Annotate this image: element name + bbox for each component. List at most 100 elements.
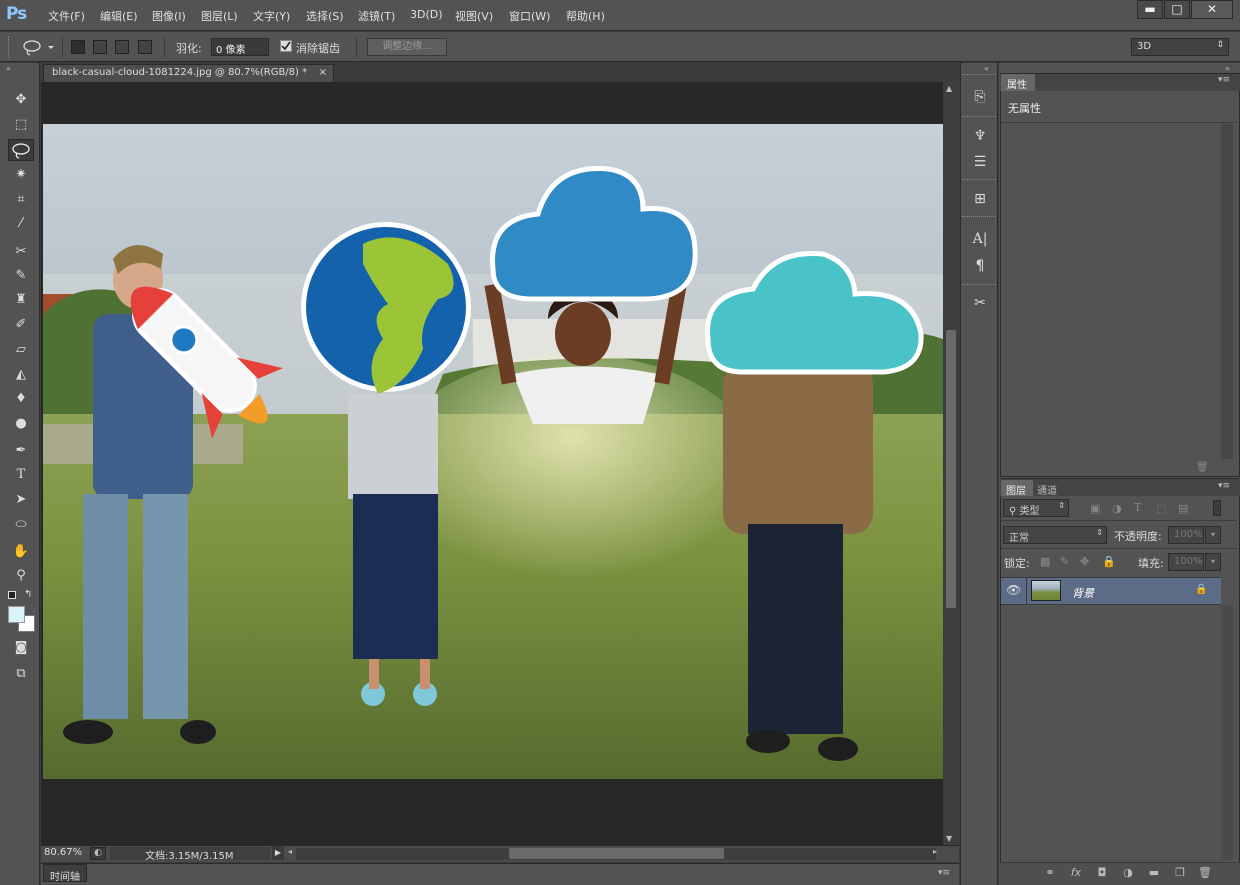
refine-edge-button[interactable]: 调整边缘... [367,38,447,56]
new-layer-icon[interactable]: ❐ [1172,866,1188,880]
opacity-dropdown-icon[interactable]: ▾ [1205,526,1221,544]
scroll-right-icon[interactable]: ▸ [933,847,937,856]
filter-smart-icon[interactable]: ▤ [1178,502,1188,515]
collapse-right-icon[interactable]: » [1225,64,1230,73]
zoom-icon[interactable]: ⚲ [8,565,34,587]
add-selection-icon[interactable] [93,40,107,54]
swap-colors-icon[interactable]: ↰ [24,589,32,600]
menu-edit[interactable]: 编辑(E) [100,8,138,24]
channels-tab[interactable]: 通道 [1037,482,1057,497]
paragraph-icon[interactable]: ¶ [967,255,993,277]
brush-presets-icon[interactable]: ♆ [967,125,993,147]
lock-pixels-icon[interactable]: ✎ [1060,555,1069,568]
scroll-down-icon[interactable]: ▼ [946,834,952,843]
minimize-button[interactable]: ▬ [1137,0,1163,19]
panel-menu-icon[interactable]: ▾≡ [938,868,950,878]
crop-icon[interactable]: ⌗ [8,189,34,211]
history-icon[interactable]: ⎘ [967,86,993,108]
document-tab[interactable]: black-casual-cloud-1081224.jpg @ 80.7%(R… [43,64,334,82]
pen-icon[interactable]: ✒ [8,440,34,462]
panel-menu-icon[interactable]: ▾≡ [1218,481,1230,491]
layers-tab[interactable]: 图层 [1001,480,1033,497]
foreground-color-swatch[interactable] [8,606,25,623]
menu-layer[interactable]: 图层(L) [201,8,238,24]
properties-tab[interactable]: 属性 [1001,74,1035,91]
marquee-icon[interactable]: ⬚ [8,114,34,136]
adjustment-layer-icon[interactable]: ◑ [1120,866,1136,880]
history-brush-icon[interactable]: ✐ [8,314,34,336]
lock-position-icon[interactable]: ✥ [1080,555,1089,568]
opacity-input[interactable]: 100% [1168,526,1204,544]
properties-scrollbar[interactable] [1221,124,1233,459]
menu-3d[interactable]: 3D(D) [410,8,443,21]
timeline-tab[interactable]: 时间轴 [43,864,87,883]
scroll-up-icon[interactable]: ▲ [946,84,952,93]
default-colors-icon[interactable] [8,591,16,599]
zoom-level[interactable]: 80.67% [44,847,82,858]
close-tab-icon[interactable]: × [319,67,327,78]
lock-transparent-icon[interactable]: ▩ [1040,555,1050,568]
dodge-icon[interactable]: ● [8,413,34,435]
fill-input[interactable]: 100% [1168,553,1204,571]
horizontal-scroll-thumb[interactable] [509,848,724,859]
brush-icon[interactable]: ✎ [8,265,34,287]
path-select-icon[interactable]: ➤ [8,489,34,511]
lasso-icon[interactable] [8,139,34,161]
fill-dropdown-icon[interactable]: ▾ [1205,553,1221,571]
blend-mode-select[interactable]: 正常 ⇕ [1003,526,1107,544]
share-icon[interactable]: ◐ [90,847,106,860]
eyedropper-icon[interactable]: ⁄ [8,213,34,235]
menu-select[interactable]: 选择(S) [306,8,344,24]
scroll-left-icon[interactable]: ◂ [288,847,292,856]
delete-layer-icon[interactable]: 🗑 [1197,866,1213,880]
menu-type[interactable]: 文字(Y) [253,8,290,24]
menu-view[interactable]: 视图(V) [455,8,493,24]
eraser-icon[interactable]: ▱ [8,339,34,361]
close-button[interactable]: ✕ [1191,0,1233,19]
new-selection-icon[interactable] [71,40,85,54]
new-group-icon[interactable]: ▬ [1146,866,1162,880]
intersect-selection-icon[interactable] [138,40,152,54]
menu-help[interactable]: 帮助(H) [566,8,605,24]
status-menu-icon[interactable]: ▶ [272,846,284,860]
quick-mask-icon[interactable]: ◙ [8,637,34,659]
maximize-button[interactable]: □ [1164,0,1190,19]
feather-input[interactable]: 0 像素 [211,38,269,56]
add-mask-icon[interactable]: ◘ [1094,866,1110,880]
blur-icon[interactable]: ♦ [8,388,34,410]
character-icon[interactable]: A| [967,228,993,250]
workspace-select[interactable]: 3D ⇕ [1131,38,1229,56]
lasso-preset-icon[interactable] [20,37,56,57]
subtract-selection-icon[interactable] [115,40,129,54]
filter-type-icon[interactable]: T [1134,501,1141,514]
vertical-scroll-thumb[interactable] [946,330,956,608]
canvas-image[interactable] [43,124,943,779]
filter-adjustment-icon[interactable]: ◑ [1112,502,1122,515]
magic-wand-icon[interactable]: ✷ [8,164,34,186]
ellipse-icon[interactable]: ⬭ [8,514,34,536]
move-icon[interactable]: ✥ [8,89,34,111]
lock-all-icon[interactable]: 🔒 [1102,555,1116,568]
menu-image[interactable]: 图像(I) [152,8,186,24]
filter-toggle[interactable] [1213,500,1221,516]
menu-file[interactable]: 文件(F) [48,8,85,24]
layer-name[interactable]: 背景 [1072,585,1094,601]
eye-icon[interactable]: 👁 [1006,583,1021,597]
hand-icon[interactable]: ✋ [8,541,34,563]
tool-presets-icon[interactable]: ✂ [967,292,993,314]
trash-icon[interactable]: 🗑 [1196,462,1209,473]
menu-window[interactable]: 窗口(W) [509,8,550,24]
filter-shape-icon[interactable]: ⬚ [1156,502,1166,515]
paint-bucket-icon[interactable]: ◭ [8,364,34,386]
collapse-icon[interactable]: » [6,64,11,73]
layers-scrollbar[interactable] [1221,605,1233,860]
layer-style-icon[interactable]: fx [1068,866,1084,880]
link-layers-icon[interactable]: ⚭ [1042,866,1058,880]
screen-mode-icon[interactable]: ⧉ [8,663,34,685]
adjustments-icon[interactable]: ☰ [967,151,993,173]
healing-brush-icon[interactable]: ✂ [8,241,34,263]
layer-filter-select[interactable]: ⚲ 类型 ⇕ [1003,499,1069,517]
filter-pixel-icon[interactable]: ▣ [1090,502,1100,515]
type-icon[interactable]: T [8,464,34,486]
antialias-checkbox[interactable] [280,40,292,52]
